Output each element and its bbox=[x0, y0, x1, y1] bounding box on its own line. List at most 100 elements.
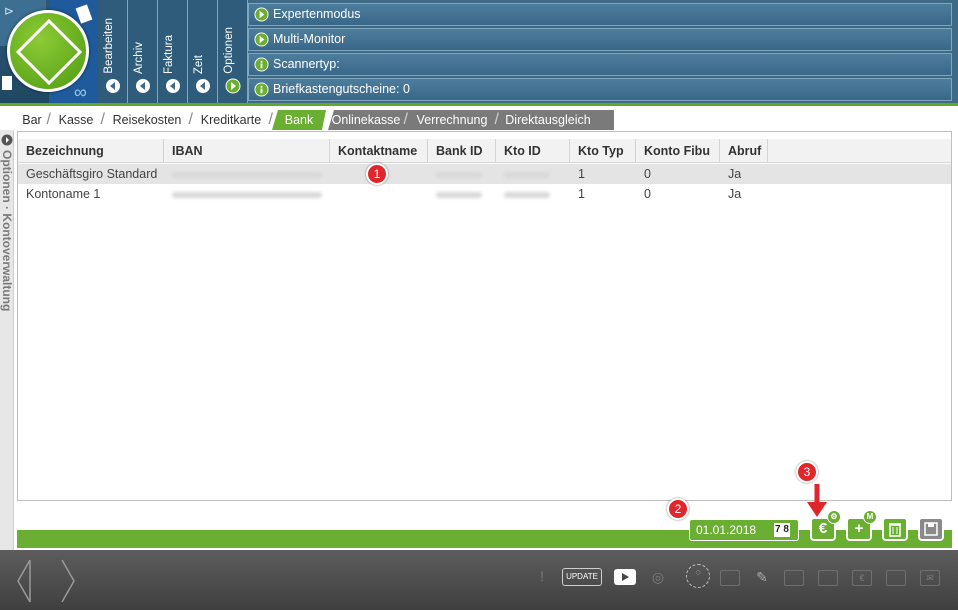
tab-kreditkarte[interactable]: Kreditkarte / bbox=[193, 110, 273, 130]
plus-icon: + bbox=[854, 520, 864, 537]
trash-icon bbox=[889, 523, 901, 537]
column-header-bank-id[interactable]: Bank ID bbox=[428, 139, 496, 163]
info-icon bbox=[254, 57, 269, 72]
tab-verrechnung[interactable]: Verrechnung / bbox=[409, 110, 499, 130]
column-header-konto-fibu[interactable]: Konto Fibu bbox=[636, 139, 720, 163]
table-row[interactable]: Kontoname 1 1 0 Ja bbox=[18, 184, 951, 204]
grid-icon[interactable] bbox=[886, 570, 906, 586]
tab-bearbeiten[interactable]: Bearbeiten bbox=[98, 0, 128, 104]
tab-optionen[interactable]: Optionen bbox=[218, 0, 248, 104]
top-header: ⊳ ∞ Bearbeiten Archiv Faktura Zeit Optio… bbox=[0, 0, 958, 104]
annotation-arrow-icon bbox=[807, 484, 827, 517]
monitor-icon[interactable] bbox=[720, 570, 740, 586]
add-account-button[interactable]: + M bbox=[846, 510, 877, 541]
circle-left-arrow-icon bbox=[136, 79, 150, 93]
cell-konto-fibu: 0 bbox=[644, 167, 651, 181]
tab-bearbeiten-label: Bearbeiten bbox=[103, 18, 115, 74]
column-header-abruf[interactable]: Abruf bbox=[720, 139, 768, 163]
tab-label: Verrechnung bbox=[416, 113, 488, 127]
tab-direktausgleich[interactable]: Direktausgleich bbox=[499, 110, 597, 130]
eye-icon[interactable]: ◎ bbox=[648, 570, 668, 586]
circle-left-arrow-icon bbox=[166, 79, 180, 93]
tab-zeit[interactable]: Zeit bbox=[188, 0, 218, 104]
folder-icon[interactable] bbox=[784, 570, 804, 586]
table-header: Bezeichnung IBAN Kontaktname Bank ID Kto… bbox=[18, 139, 951, 163]
tab-kasse[interactable]: Kasse / bbox=[51, 110, 105, 130]
document-edit-icon[interactable]: ✎ bbox=[752, 570, 772, 586]
app-logo[interactable]: ⊳ ∞ bbox=[0, 0, 98, 104]
cell-iban-redacted bbox=[164, 184, 330, 204]
table-row[interactable]: Geschäftsgiro Standard 1 0 Ja bbox=[18, 164, 951, 184]
info-icon bbox=[254, 82, 269, 97]
option-scannertyp[interactable]: Scannertyp: bbox=[248, 53, 952, 76]
option-label: Scannertyp: bbox=[273, 57, 340, 71]
delete-button[interactable] bbox=[882, 517, 908, 541]
cell-kto-id-redacted bbox=[496, 164, 570, 184]
tab-onlinekasse[interactable]: Onlinekasse / bbox=[328, 110, 408, 130]
cell-kto-id-redacted bbox=[496, 184, 570, 204]
tab-label: Onlinekasse bbox=[331, 113, 401, 127]
cell-bezeichnung: Geschäftsgiro Standard bbox=[26, 167, 158, 181]
bottom-toolbar: ! UPDATE ◎ ◌ ✎ € ✉ bbox=[0, 550, 958, 610]
page-icon bbox=[2, 76, 12, 90]
next-chevron-icon[interactable] bbox=[58, 558, 78, 604]
column-header-kto-typ[interactable]: Kto Typ bbox=[570, 139, 636, 163]
previous-chevron-icon[interactable] bbox=[14, 558, 34, 604]
save-button[interactable] bbox=[918, 517, 944, 541]
tab-bank[interactable]: Bank bbox=[272, 110, 326, 130]
euro-doc-icon[interactable]: € bbox=[852, 570, 872, 586]
tab-label: Bank bbox=[284, 113, 314, 127]
infinity-icon: ∞ bbox=[74, 82, 87, 102]
m-badge-icon: M bbox=[863, 510, 877, 524]
column-header-iban[interactable]: IBAN bbox=[164, 139, 330, 163]
cell-kto-typ: 1 bbox=[578, 187, 585, 201]
column-header-kontaktname[interactable]: Kontaktname bbox=[330, 139, 428, 163]
idea-icon[interactable]: ◌ bbox=[686, 564, 710, 588]
cell-konto-fibu: 0 bbox=[644, 187, 651, 201]
cell-kontaktname bbox=[330, 184, 428, 204]
tab-reisekosten[interactable]: Reisekosten / bbox=[105, 110, 193, 130]
circle-left-arrow-icon bbox=[196, 79, 210, 93]
play-video-icon[interactable] bbox=[614, 569, 636, 585]
option-label: Multi-Monitor bbox=[273, 32, 346, 46]
tab-archiv[interactable]: Archiv bbox=[128, 0, 158, 104]
update-button[interactable]: UPDATE bbox=[562, 568, 602, 586]
tab-zeit-label: Zeit bbox=[193, 54, 205, 74]
tab-faktura[interactable]: Faktura bbox=[158, 0, 188, 104]
annotation-marker-2: 2 bbox=[667, 498, 689, 520]
annotation-marker-3: 3 bbox=[796, 461, 818, 483]
date-value: 01.01.2018 bbox=[696, 523, 757, 537]
column-header-bezeichnung[interactable]: Bezeichnung bbox=[18, 139, 164, 163]
cell-bank-id-redacted bbox=[428, 164, 496, 184]
option-label: Briefkastengutscheine: 0 bbox=[273, 82, 410, 96]
bank-accounts-table: Bezeichnung IBAN Kontaktname Bank ID Kto… bbox=[17, 131, 952, 501]
cell-bank-id-redacted bbox=[428, 184, 496, 204]
mail-icon[interactable]: ✉ bbox=[920, 570, 940, 586]
side-panel-toggle[interactable]: Optionen · Kontoverwaltung bbox=[0, 130, 14, 550]
alert-icon[interactable]: ! bbox=[540, 568, 544, 584]
cell-abruf: Ja bbox=[728, 167, 742, 181]
list-icon[interactable] bbox=[818, 570, 838, 586]
annotation-marker-1: 1 bbox=[366, 163, 388, 185]
tab-faktura-label: Faktura bbox=[163, 35, 175, 74]
tab-optionen-label: Optionen bbox=[223, 27, 235, 74]
tab-archiv-label: Archiv bbox=[133, 42, 145, 74]
gear-badge-icon: ⚙ bbox=[827, 510, 841, 524]
option-multi-monitor[interactable]: Multi-Monitor bbox=[248, 28, 952, 51]
tab-bar[interactable]: Bar / bbox=[17, 110, 51, 130]
option-briefkastengutscheine[interactable]: Briefkastengutscheine: 0 bbox=[248, 78, 952, 101]
column-header-kto-id[interactable]: Kto ID bbox=[496, 139, 570, 163]
euro-icon: € bbox=[818, 520, 828, 537]
circle-right-arrow-icon bbox=[1, 134, 13, 146]
tab-label: Kasse bbox=[58, 113, 94, 127]
arrow-right-icon bbox=[254, 32, 269, 47]
euro-settings-button[interactable]: € ⚙ bbox=[810, 510, 841, 541]
calendar-icon[interactable]: 7 8 bbox=[774, 523, 790, 537]
option-expertenmodus[interactable]: Expertenmodus bbox=[248, 3, 952, 26]
cell-abruf: Ja bbox=[728, 187, 742, 201]
circle-left-arrow-icon bbox=[106, 79, 120, 93]
diamond-logo-icon bbox=[7, 10, 89, 92]
cell-kto-typ: 1 bbox=[578, 167, 585, 181]
date-field[interactable]: 01.01.2018 7 8 bbox=[689, 519, 799, 541]
circle-right-arrow-green-icon bbox=[225, 78, 241, 94]
